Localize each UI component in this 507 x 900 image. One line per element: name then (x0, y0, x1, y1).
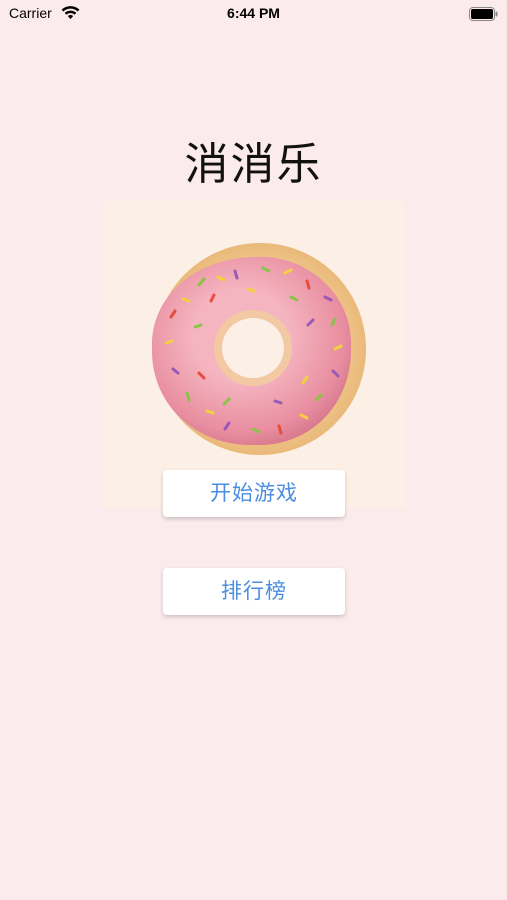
donut-illustration (151, 243, 366, 455)
leaderboard-button[interactable]: 排行榜 (163, 568, 345, 615)
battery-icon (469, 6, 498, 21)
status-bar: Carrier 6:44 PM (0, 0, 507, 28)
app-title: 消消乐 (184, 139, 323, 190)
donut-image (103, 201, 406, 509)
start-game-button[interactable]: 开始游戏 (163, 470, 345, 517)
status-time: 6:44 PM (227, 5, 280, 21)
